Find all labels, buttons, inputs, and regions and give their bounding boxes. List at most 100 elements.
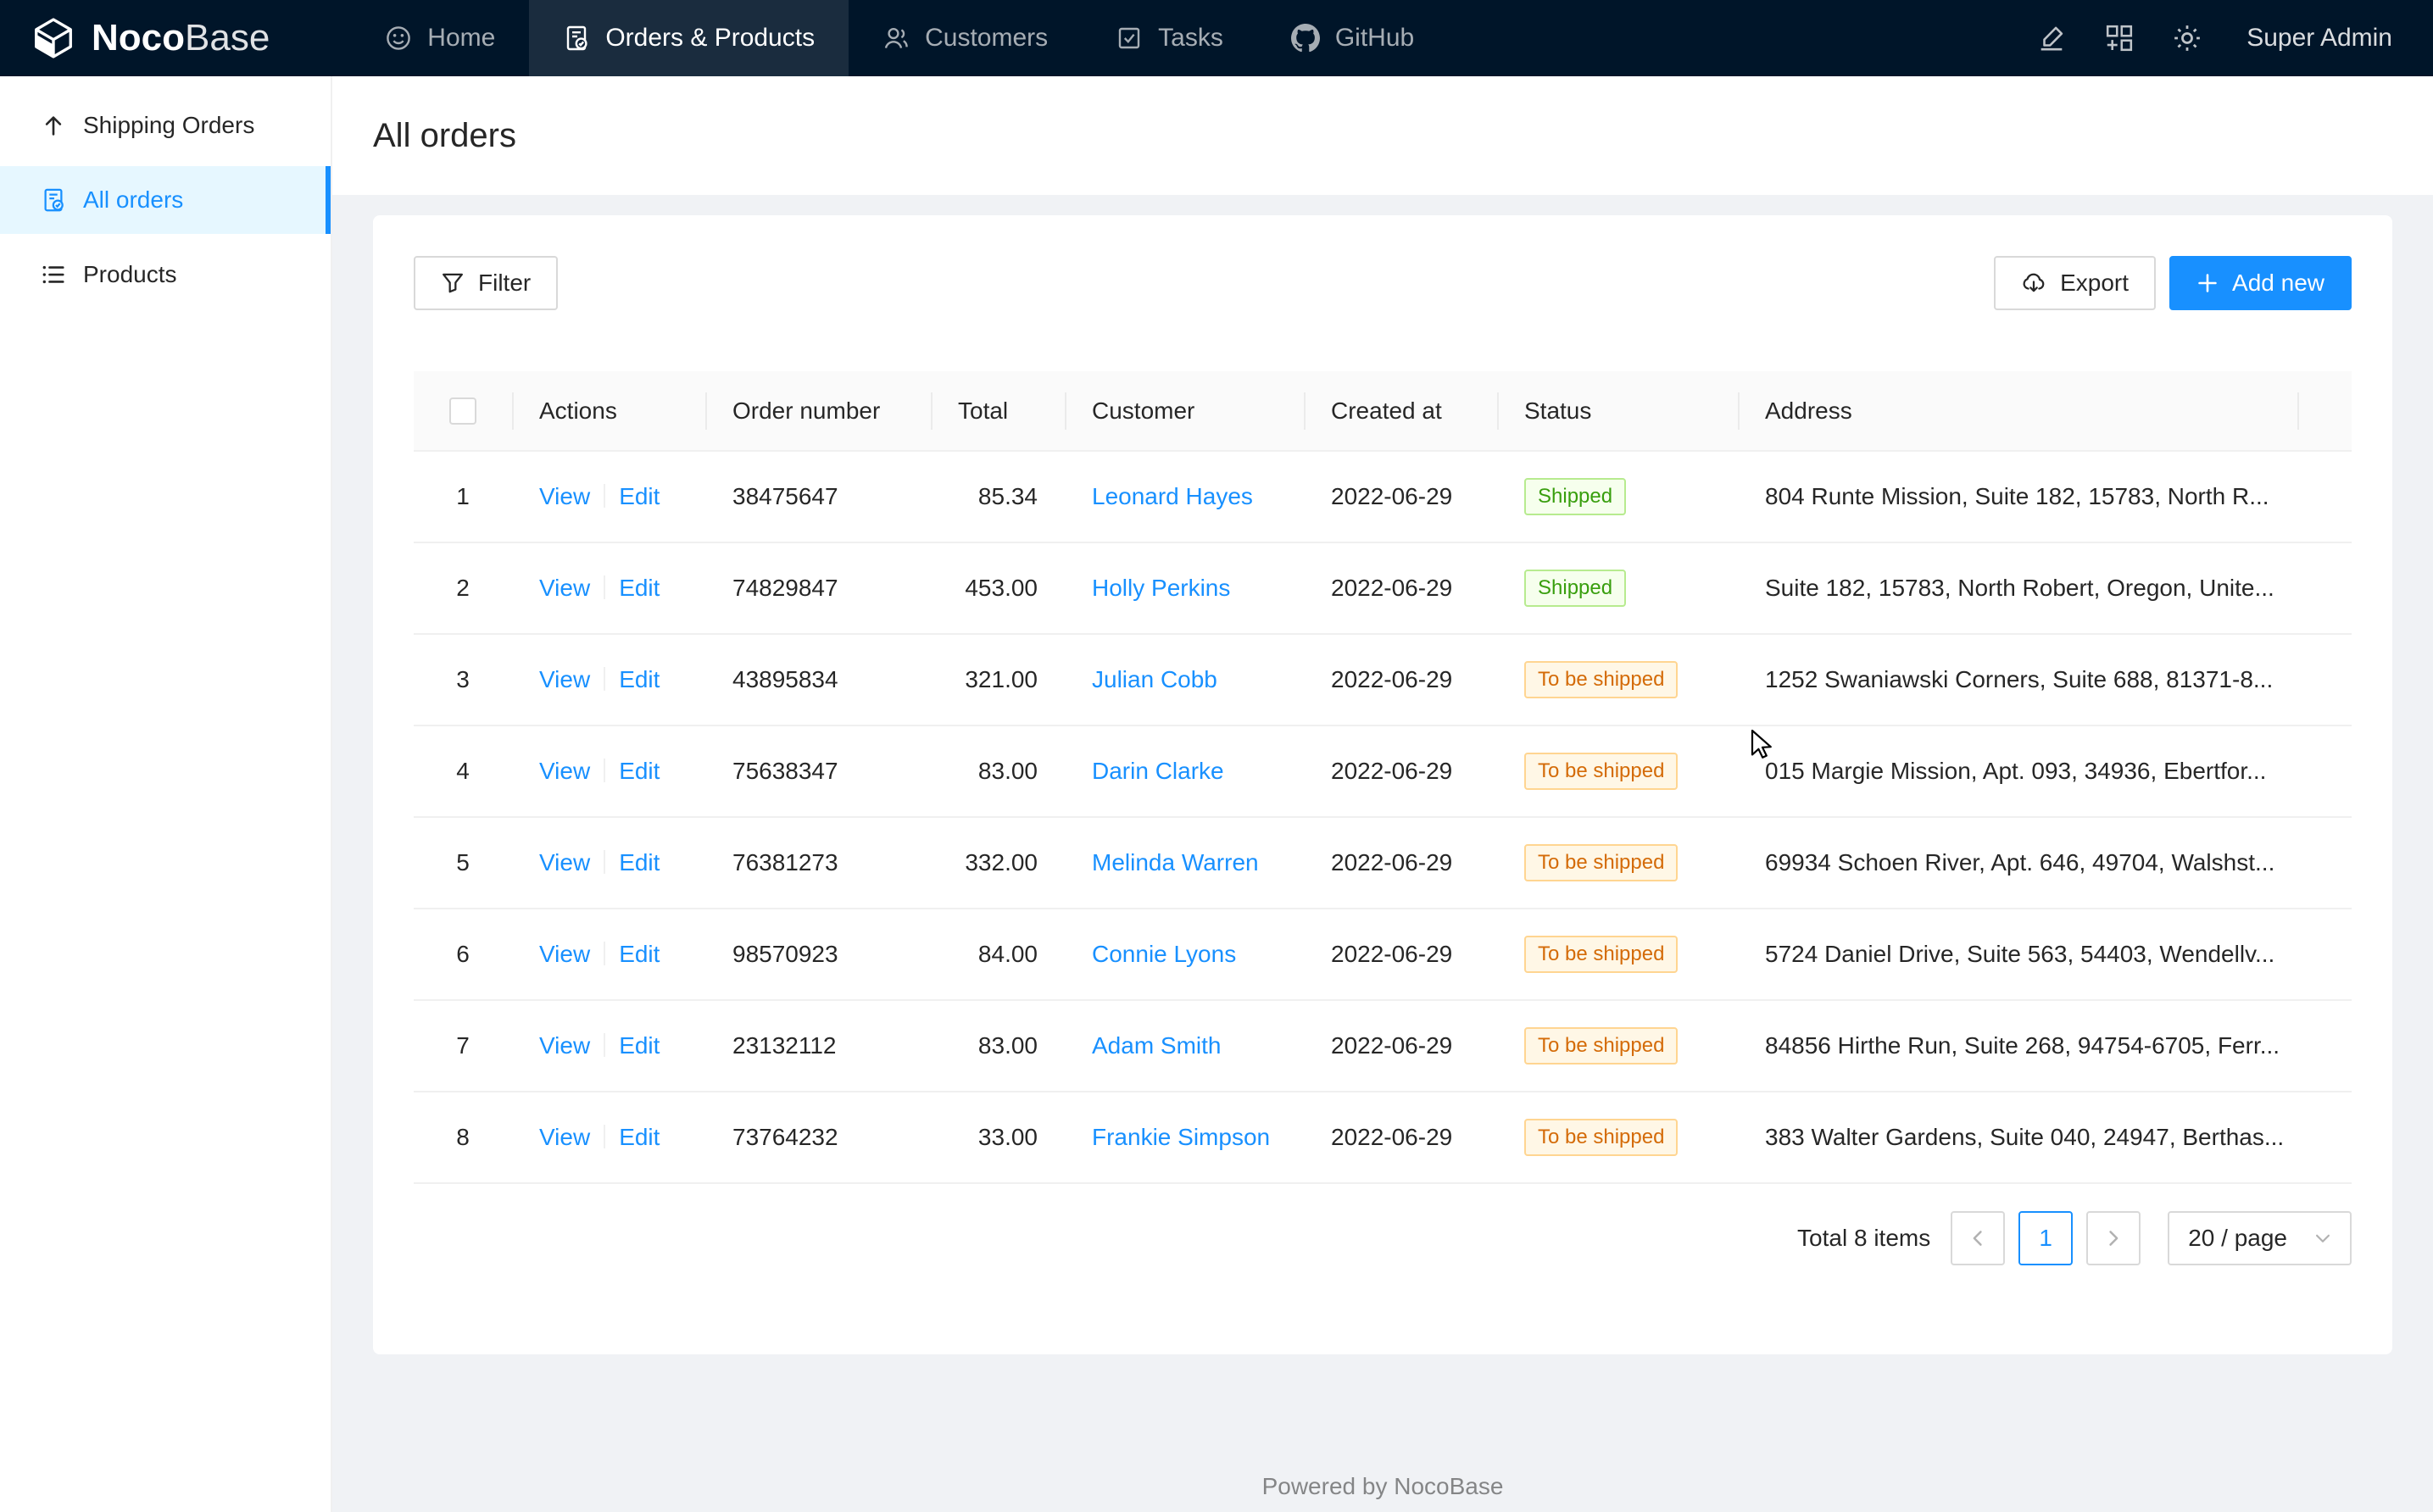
filler-cell	[2297, 634, 2352, 725]
customer-cell: Julian Cobb	[1065, 634, 1304, 725]
top-navbar: NocoBase Home Orders & Produ	[0, 0, 2433, 76]
customer-link[interactable]: Leonard Hayes	[1092, 483, 1253, 509]
edit-link[interactable]: Edit	[619, 666, 660, 692]
chevron-right-icon	[2104, 1229, 2123, 1248]
filter-button[interactable]: Filter	[414, 256, 558, 310]
nav-item-orders-products[interactable]: Orders & Products	[529, 0, 849, 76]
action-divider	[604, 1033, 605, 1057]
nav-item-home[interactable]: Home	[351, 0, 529, 76]
nav-item-tasks[interactable]: Tasks	[1082, 0, 1257, 76]
order-number-cell: 76381273	[705, 817, 931, 909]
customer-cell: Leonard Hayes	[1065, 451, 1304, 542]
view-link[interactable]: View	[539, 483, 590, 509]
total-cell: 321.00	[931, 634, 1065, 725]
action-divider	[604, 667, 605, 691]
view-link[interactable]: View	[539, 1032, 590, 1059]
table-row: 2ViewEdit74829847453.00Holly Perkins2022…	[414, 542, 2352, 634]
status-cell: To be shipped	[1497, 817, 1738, 909]
filler-cell	[2297, 542, 2352, 634]
sidebar-item-shipping-orders[interactable]: Shipping Orders	[0, 92, 331, 159]
nav-item-label: Orders & Products	[605, 24, 815, 53]
row-actions-cell: View Edit	[512, 542, 705, 634]
address-cell: 84856 Hirthe Run, Suite 268, 94754-6705,…	[1738, 1000, 2297, 1092]
table-row: 8ViewEdit7376423233.00Frankie Simpson202…	[414, 1092, 2352, 1183]
view-link[interactable]: View	[539, 941, 590, 967]
pagination-page-button[interactable]: 1	[2018, 1211, 2073, 1265]
view-link[interactable]: View	[539, 575, 590, 601]
appstore-add-icon[interactable]	[2094, 13, 2145, 64]
nav-item-github[interactable]: GitHub	[1257, 0, 1448, 76]
sidebar-item-all-orders[interactable]: All orders	[0, 166, 331, 234]
customer-link[interactable]: Connie Lyons	[1092, 941, 1236, 967]
arrow-up-icon	[41, 113, 66, 138]
nav-item-label: GitHub	[1335, 24, 1414, 53]
cloud-download-icon	[2021, 270, 2046, 296]
chevron-down-icon	[2314, 1230, 2331, 1247]
edit-link[interactable]: Edit	[619, 1032, 660, 1059]
row-actions-cell: View Edit	[512, 725, 705, 817]
pagination-prev-button[interactable]	[1951, 1211, 2005, 1265]
user-menu[interactable]: Super Admin	[2246, 24, 2392, 53]
action-divider	[604, 484, 605, 508]
customer-link[interactable]: Julian Cobb	[1092, 666, 1217, 692]
app-root: NocoBase Home Orders & Produ	[0, 0, 2433, 1512]
cube-logo-icon	[31, 15, 76, 61]
sidebar: Shipping Orders All orders Products	[0, 76, 332, 1512]
customer-link[interactable]: Melinda Warren	[1092, 849, 1259, 876]
nav-item-customers[interactable]: Customers	[849, 0, 1082, 76]
status-badge: To be shipped	[1524, 936, 1678, 973]
main-area: All orders Filter	[332, 76, 2433, 1512]
customer-link[interactable]: Darin Clarke	[1092, 758, 1224, 784]
status-cell: To be shipped	[1497, 1000, 1738, 1092]
order-number-cell: 75638347	[705, 725, 931, 817]
action-divider	[604, 850, 605, 874]
add-new-button[interactable]: Add new	[2169, 256, 2352, 310]
view-link[interactable]: View	[539, 666, 590, 692]
table-body: 1ViewEdit3847564785.34Leonard Hayes2022-…	[414, 451, 2352, 1183]
view-link[interactable]: View	[539, 758, 590, 784]
powered-by-footer: Powered by NocoBase	[373, 1473, 2392, 1500]
toolbar-right: Export Add new	[1994, 256, 2352, 310]
export-button[interactable]: Export	[1994, 256, 2156, 310]
created-at-cell: 2022-06-29	[1304, 451, 1497, 542]
created-at-cell: 2022-06-29	[1304, 634, 1497, 725]
filler-cell	[2297, 909, 2352, 1000]
edit-link[interactable]: Edit	[619, 941, 660, 967]
address-cell: Suite 182, 15783, North Robert, Oregon, …	[1738, 542, 2297, 634]
created-at-cell: 2022-06-29	[1304, 542, 1497, 634]
logo-text: NocoBase	[92, 19, 270, 57]
filler-cell	[2297, 451, 2352, 542]
table-toolbar: Filter Export	[414, 256, 2352, 310]
select-all-checkbox[interactable]	[449, 397, 476, 425]
sidebar-item-products[interactable]: Products	[0, 241, 331, 309]
view-link[interactable]: View	[539, 1124, 590, 1150]
page-header: All orders	[332, 76, 2433, 195]
page-size-select[interactable]: 20 / page	[2168, 1211, 2352, 1265]
status-cell: To be shipped	[1497, 634, 1738, 725]
customer-link[interactable]: Adam Smith	[1092, 1032, 1222, 1059]
table-row: 6ViewEdit9857092384.00Connie Lyons2022-0…	[414, 909, 2352, 1000]
nocobase-logo[interactable]: NocoBase	[0, 0, 303, 76]
order-number-cell: 74829847	[705, 542, 931, 634]
nav-item-label: Home	[427, 24, 495, 53]
pagination-next-button[interactable]	[2086, 1211, 2141, 1265]
edit-link[interactable]: Edit	[619, 575, 660, 601]
total-cell: 83.00	[931, 725, 1065, 817]
row-index: 4	[414, 725, 512, 817]
edit-link[interactable]: Edit	[619, 483, 660, 509]
edit-link[interactable]: Edit	[619, 1124, 660, 1150]
customer-cell: Connie Lyons	[1065, 909, 1304, 1000]
status-cell: Shipped	[1497, 451, 1738, 542]
edit-link[interactable]: Edit	[619, 758, 660, 784]
customer-link[interactable]: Frankie Simpson	[1092, 1124, 1270, 1150]
customer-link[interactable]: Holly Perkins	[1092, 575, 1230, 601]
view-link[interactable]: View	[539, 849, 590, 876]
settings-gear-icon[interactable]	[2162, 13, 2213, 64]
address-cell: 383 Walter Gardens, Suite 040, 24947, Be…	[1738, 1092, 2297, 1183]
status-badge: To be shipped	[1524, 844, 1678, 881]
edit-link[interactable]: Edit	[619, 849, 660, 876]
highlighter-icon[interactable]	[2026, 13, 2077, 64]
customer-cell: Adam Smith	[1065, 1000, 1304, 1092]
main-menu: Home Orders & Products Customers	[351, 0, 1448, 76]
orders-table-card: Filter Export	[373, 215, 2392, 1354]
